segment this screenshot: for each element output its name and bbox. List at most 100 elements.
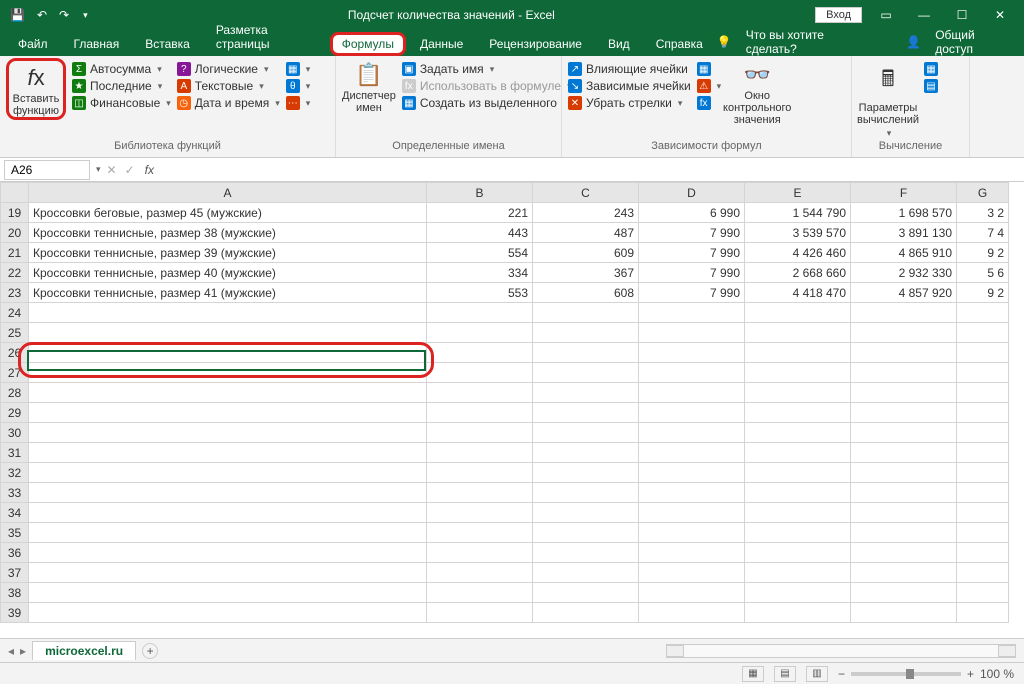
datetime-button[interactable]: ◷Дата и время▾ <box>177 96 280 110</box>
cell[interactable]: 487 <box>533 223 639 243</box>
cell[interactable] <box>745 463 851 483</box>
cell[interactable] <box>851 523 957 543</box>
cell[interactable]: 6 990 <box>639 203 745 223</box>
cell[interactable]: 609 <box>533 243 639 263</box>
tab-nav-next-icon[interactable]: ▸ <box>20 644 26 658</box>
normal-view-icon[interactable]: ▦ <box>742 666 764 682</box>
tab-insert[interactable]: Вставка <box>133 32 202 56</box>
cell[interactable] <box>957 483 1009 503</box>
cell[interactable] <box>957 303 1009 323</box>
name-box[interactable] <box>4 160 90 180</box>
cell[interactable]: Кроссовки беговые, размер 45 (мужские) <box>29 203 427 223</box>
cell[interactable]: 243 <box>533 203 639 223</box>
table-row[interactable]: 26 <box>1 343 1009 363</box>
tab-view[interactable]: Вид <box>596 32 642 56</box>
cell[interactable] <box>427 503 533 523</box>
enter-icon[interactable]: ✓ <box>125 163 135 177</box>
cell[interactable] <box>639 563 745 583</box>
cell[interactable] <box>29 443 427 463</box>
cell[interactable] <box>533 363 639 383</box>
table-row[interactable]: 31 <box>1 443 1009 463</box>
page-layout-view-icon[interactable]: ▤ <box>774 666 796 682</box>
financial-button[interactable]: ◫Финансовые▾ <box>72 96 171 110</box>
cell[interactable] <box>533 303 639 323</box>
table-row[interactable]: 32 <box>1 463 1009 483</box>
select-all[interactable] <box>1 183 29 203</box>
row-header[interactable]: 38 <box>1 583 29 603</box>
row-header[interactable]: 32 <box>1 463 29 483</box>
redo-icon[interactable]: ↷ <box>59 8 69 22</box>
minimize-icon[interactable]: — <box>910 8 938 22</box>
cell[interactable] <box>427 523 533 543</box>
cell[interactable] <box>639 343 745 363</box>
cell[interactable] <box>29 603 427 623</box>
zoom-in-icon[interactable]: + <box>967 667 974 681</box>
error-check-button[interactable]: ⚠▾ <box>697 79 722 93</box>
cell[interactable] <box>427 423 533 443</box>
maximize-icon[interactable]: ☐ <box>948 8 976 22</box>
cell[interactable]: 2 668 660 <box>745 263 851 283</box>
row-header[interactable]: 23 <box>1 283 29 303</box>
remove-arrows-button[interactable]: ✕Убрать стрелки▾ <box>568 96 691 110</box>
cell[interactable] <box>29 383 427 403</box>
table-row[interactable]: 24 <box>1 303 1009 323</box>
col-header[interactable]: G <box>957 183 1009 203</box>
cell[interactable] <box>851 363 957 383</box>
cell[interactable] <box>427 563 533 583</box>
cell[interactable] <box>639 603 745 623</box>
row-header[interactable]: 35 <box>1 523 29 543</box>
cell[interactable] <box>851 303 957 323</box>
cell[interactable]: 4 418 470 <box>745 283 851 303</box>
cell[interactable] <box>29 323 427 343</box>
cell[interactable] <box>745 363 851 383</box>
cell[interactable] <box>851 503 957 523</box>
cell[interactable] <box>851 483 957 503</box>
cell[interactable] <box>957 443 1009 463</box>
cell[interactable] <box>533 383 639 403</box>
cell[interactable] <box>745 383 851 403</box>
logical-button[interactable]: ?Логические▾ <box>177 62 280 76</box>
cell[interactable] <box>639 403 745 423</box>
tab-home[interactable]: Главная <box>62 32 132 56</box>
table-row[interactable]: 34 <box>1 503 1009 523</box>
table-row[interactable]: 25 <box>1 323 1009 343</box>
cell[interactable] <box>957 563 1009 583</box>
cell[interactable] <box>427 363 533 383</box>
cell[interactable] <box>851 343 957 363</box>
cell[interactable] <box>533 323 639 343</box>
cell[interactable] <box>639 463 745 483</box>
cell[interactable] <box>851 463 957 483</box>
trace-dependents-button[interactable]: ↘Зависимые ячейки <box>568 79 691 93</box>
cell[interactable] <box>29 543 427 563</box>
show-formulas-button[interactable]: ▦ <box>697 62 722 76</box>
cell[interactable]: 553 <box>427 283 533 303</box>
cell[interactable]: 608 <box>533 283 639 303</box>
table-row[interactable]: 19Кроссовки беговые, размер 45 (мужские)… <box>1 203 1009 223</box>
more-button[interactable]: ⋯▾ <box>286 96 311 110</box>
zoom-control[interactable]: − + 100 % <box>838 667 1014 681</box>
tab-review[interactable]: Рецензирование <box>477 32 594 56</box>
row-header[interactable]: 24 <box>1 303 29 323</box>
create-from-selection-button[interactable]: ▦Создать из выделенного <box>402 96 572 110</box>
table-row[interactable]: 29 <box>1 403 1009 423</box>
cell[interactable]: 7 990 <box>639 283 745 303</box>
cell[interactable] <box>427 583 533 603</box>
login-button[interactable]: Вход <box>815 7 862 23</box>
cell[interactable] <box>29 423 427 443</box>
cell[interactable] <box>427 603 533 623</box>
cell[interactable] <box>745 443 851 463</box>
table-row[interactable]: 21Кроссовки теннисные, размер 39 (мужски… <box>1 243 1009 263</box>
cell[interactable] <box>957 383 1009 403</box>
text-button[interactable]: AТекстовые▾ <box>177 79 280 93</box>
cell[interactable] <box>639 323 745 343</box>
cell[interactable] <box>639 583 745 603</box>
cell[interactable] <box>427 443 533 463</box>
cell[interactable] <box>851 583 957 603</box>
cell[interactable] <box>29 403 427 423</box>
cell[interactable] <box>851 443 957 463</box>
cell[interactable] <box>29 463 427 483</box>
cell[interactable] <box>533 403 639 423</box>
cell[interactable]: 554 <box>427 243 533 263</box>
cell[interactable] <box>957 503 1009 523</box>
cell[interactable] <box>851 323 957 343</box>
